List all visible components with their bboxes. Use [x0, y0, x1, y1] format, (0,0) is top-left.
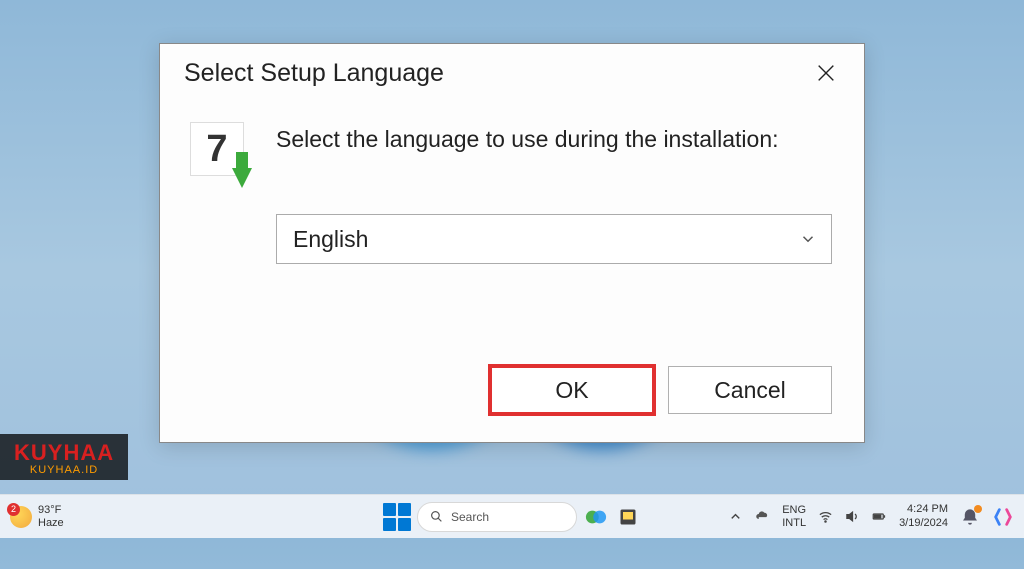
search-icon [430, 510, 443, 523]
ok-button[interactable]: OK [490, 366, 654, 414]
dialog-title: Select Setup Language [184, 59, 444, 88]
dialog-titlebar: Select Setup Language [160, 44, 864, 102]
start-button[interactable] [383, 503, 411, 531]
language-indicator[interactable]: ENG INTL [782, 504, 806, 528]
dialog-buttons: OK Cancel [490, 366, 832, 414]
notification-icon[interactable] [960, 507, 980, 527]
instruction-text: Select the language to use during the in… [276, 120, 779, 184]
close-icon [815, 62, 837, 84]
taskbar-app-2[interactable] [615, 504, 641, 530]
language-select[interactable]: English [276, 214, 832, 264]
taskbar-clock[interactable]: 4:24 PM 3/19/2024 [899, 503, 948, 529]
setup-language-dialog: Select Setup Language 7 Select the langu… [159, 43, 865, 443]
cancel-button[interactable]: Cancel [668, 366, 832, 414]
lang-bottom: INTL [782, 517, 806, 529]
taskbar-right: ENG INTL 4:24 PM 3/19/2024 [728, 495, 1024, 538]
weather-icon [10, 506, 32, 528]
lang-top: ENG [782, 504, 806, 516]
onedrive-icon[interactable] [755, 509, 770, 524]
taskbar-search[interactable]: Search [417, 502, 577, 532]
watermark: KUYHAA KUYHAA.ID [0, 434, 128, 480]
weather-text: 93°F Haze [38, 504, 64, 528]
wifi-icon[interactable] [818, 509, 833, 524]
taskbar: 93°F Haze Search ENG INTL 4 [0, 494, 1024, 538]
close-button[interactable] [804, 51, 848, 95]
clock-date: 3/19/2024 [899, 517, 948, 530]
watermark-brand: KUYHAA [14, 440, 114, 466]
cancel-button-label: Cancel [714, 377, 786, 404]
dialog-body: 7 Select the language to use during the … [160, 102, 864, 184]
language-select-row: English [160, 184, 864, 264]
chevron-up-icon[interactable] [728, 509, 743, 524]
weather-condition: Haze [38, 517, 64, 529]
taskbar-weather[interactable]: 93°F Haze [0, 495, 74, 538]
taskbar-center: Search [383, 495, 641, 538]
weather-temp: 93°F [38, 504, 64, 516]
clock-time: 4:24 PM [899, 503, 948, 516]
battery-icon[interactable] [872, 509, 887, 524]
volume-icon[interactable] [845, 509, 860, 524]
language-select-value: English [293, 226, 368, 253]
ok-button-label: OK [555, 377, 588, 404]
search-placeholder: Search [451, 510, 489, 524]
taskbar-app-1[interactable] [583, 504, 609, 530]
chevron-down-icon [799, 230, 817, 248]
copilot-icon[interactable] [992, 506, 1014, 528]
installer-icon: 7 [190, 120, 254, 184]
